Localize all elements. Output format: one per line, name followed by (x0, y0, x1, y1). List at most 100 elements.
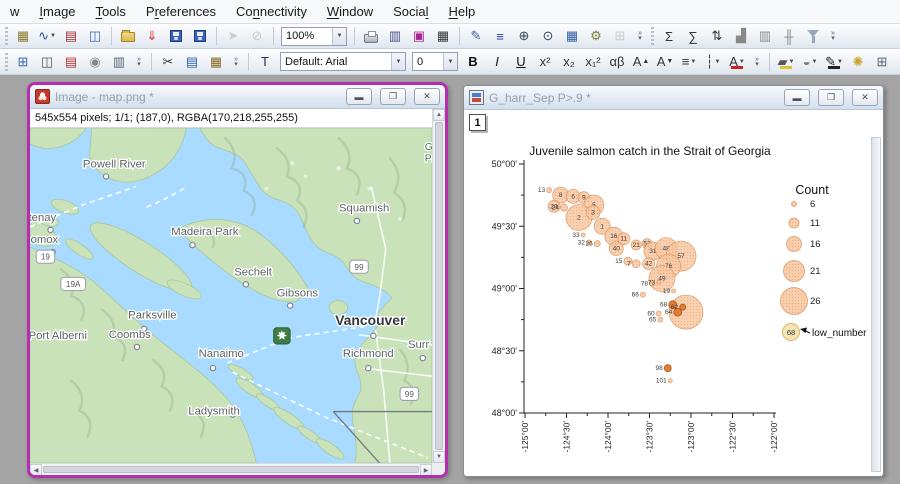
scroll-down-button[interactable]: ▼ (433, 451, 445, 463)
duplicate-book-button[interactable]: ◫ (36, 51, 58, 72)
font-name-combobox-dropdown-arrow[interactable]: ▼ (391, 53, 405, 70)
line-color-button[interactable]: ✎▼ (823, 51, 845, 72)
toolbar-grip[interactable] (651, 27, 654, 45)
font-name-combobox[interactable]: Default: Arial▼ (280, 52, 406, 71)
greek-button[interactable]: αβ (606, 51, 628, 72)
toolbar-overflow-button[interactable]: »▾ (751, 51, 763, 72)
box-plot-button[interactable]: ╫ (778, 26, 800, 47)
menu-item-image[interactable]: Image (29, 1, 85, 22)
highlight-button[interactable]: ✺ (847, 51, 869, 72)
menu-item-w[interactable]: w (0, 1, 29, 22)
zoom-in-button[interactable]: ⊕ (513, 26, 535, 47)
scroll-up-button[interactable]: ▲ (433, 109, 445, 121)
palette-button[interactable]: ◒▼ (799, 51, 821, 72)
font-size-combobox[interactable]: 0▼ (412, 52, 458, 71)
histogram-plot-button[interactable]: ▥ (754, 26, 776, 47)
menu-item-window[interactable]: Window (317, 1, 383, 22)
new-image-button[interactable]: ▤ (60, 26, 82, 47)
layer-1-tab[interactable]: 1 (469, 114, 486, 131)
italic-button[interactable]: I (486, 51, 508, 72)
new-graph-button[interactable]: ∿▼ (36, 26, 58, 47)
copy-pages-button[interactable]: ▥ (108, 51, 130, 72)
decrease-font-button[interactable]: A▼ (654, 51, 676, 72)
superscript-button[interactable]: x² (534, 51, 556, 72)
web-connect-button[interactable]: ◉ (84, 51, 106, 72)
import-wizard-button[interactable]: ⇓ (141, 26, 163, 47)
statistics-button[interactable]: ∑ (682, 26, 704, 47)
graph-window-titlebar[interactable]: G_harr_Sep P>.9 * ▬ ❐ ✕ (464, 86, 883, 110)
cut-button[interactable]: ✂ (157, 51, 179, 72)
copy-button[interactable]: ▤ (181, 51, 203, 72)
paste-button[interactable]: ▦ (205, 51, 227, 72)
restore-button[interactable]: ❐ (818, 89, 844, 106)
toolbar-overflow-button[interactable]: »▾ (896, 51, 900, 72)
toolbar-grip[interactable] (5, 53, 8, 71)
align-button[interactable]: ≡▼ (678, 51, 700, 72)
image-window-titlebar[interactable]: Image - map.png * ▬ ❐ ✕ (30, 85, 445, 109)
legend-special-entry: 68low_number (783, 324, 868, 341)
new-layout-button[interactable]: ◫ (84, 26, 106, 47)
sort-button[interactable]: ⇅ (706, 26, 728, 47)
subsuperscript-button[interactable]: x₁² (582, 51, 604, 72)
increase-font-button[interactable]: A▲ (630, 51, 652, 72)
menu-item-help[interactable]: Help (439, 1, 486, 22)
graph-page[interactable]: Juvenile salmon catch in the Strait of G… (464, 110, 883, 476)
scroll-left-button[interactable]: ◀ (30, 464, 42, 476)
format-painter-button[interactable]: ✎ (465, 26, 487, 47)
fill-color-button[interactable]: ▰▼ (775, 51, 797, 72)
save-template-button[interactable] (189, 26, 211, 47)
column-plot-button[interactable]: ▟ (730, 26, 752, 47)
map-vertical-scrollbar[interactable]: ▲ ▼ (432, 109, 445, 463)
graph-scrollbar[interactable] (871, 137, 881, 472)
open-button[interactable] (117, 26, 139, 47)
vertical-scroll-thumb[interactable] (435, 122, 443, 450)
toolbar-overflow-button[interactable]: »▾ (133, 51, 145, 72)
new-workbook-button[interactable]: ▦ (12, 26, 34, 47)
toolbar-overflow-button[interactable]: »▾ (634, 26, 646, 47)
stop-script-button[interactable]: ⊘ (246, 26, 268, 47)
run-script-button[interactable]: ➤ (222, 26, 244, 47)
menu-item-preferences[interactable]: Preferences (136, 1, 226, 22)
font-style-button[interactable]: T (254, 51, 276, 72)
zoom-combobox[interactable]: 100%▼ (281, 27, 347, 46)
worksheet-view-button[interactable]: ▦ (561, 26, 583, 47)
toolbar-overflow-button[interactable]: »▾ (827, 26, 839, 47)
park-marker-icon[interactable] (274, 328, 290, 344)
zoom-pan-button[interactable]: ⊙ (537, 26, 559, 47)
font-name-combobox-value: Default: Arial (281, 56, 391, 68)
sum-column-button[interactable]: Σ (658, 26, 680, 47)
map-canvas[interactable]: Powell RivertenayomoxMadeira ParkSquamis… (30, 128, 432, 463)
font-size-combobox-dropdown-arrow[interactable]: ▼ (443, 53, 457, 70)
restore-button[interactable]: ❐ (380, 88, 406, 105)
menu-item-connectivity[interactable]: Connectivity (226, 1, 317, 22)
append-worksheet-button[interactable]: ⊞ (12, 51, 34, 72)
underline-button[interactable]: U (510, 51, 532, 72)
menu-item-tools[interactable]: Tools (86, 1, 136, 22)
video-builder-button[interactable]: ▦ (432, 26, 454, 47)
scroll-right-button[interactable]: ▶ (420, 464, 432, 476)
toolbar-overflow-button[interactable]: »▾ (230, 51, 242, 72)
subscript-button[interactable]: x₂ (558, 51, 580, 72)
print-button[interactable] (360, 26, 382, 47)
horizontal-scroll-thumb[interactable] (43, 466, 419, 473)
close-button[interactable]: ✕ (852, 89, 878, 106)
add-sheet-button[interactable]: ▤ (60, 51, 82, 72)
save-button[interactable] (165, 26, 187, 47)
bold-button[interactable]: B (462, 51, 484, 72)
zoom-combobox-dropdown-arrow[interactable]: ▼ (332, 28, 346, 45)
print-preview-button[interactable]: ▥ (384, 26, 406, 47)
data-filter-button[interactable] (802, 26, 824, 47)
options-gear-button[interactable]: ⚙ (585, 26, 607, 47)
map-horizontal-scrollbar[interactable]: ◀ ▶ (30, 463, 432, 475)
borders-button[interactable]: ⊞ (871, 51, 893, 72)
add-column-button[interactable]: ⊞ (609, 26, 631, 47)
menu-item-social[interactable]: Social (383, 1, 438, 22)
minimize-button[interactable]: ▬ (784, 89, 810, 106)
minimize-button[interactable]: ▬ (346, 88, 372, 105)
font-color-button[interactable]: A▼ (726, 51, 748, 72)
vertical-text-button[interactable]: ┆▼ (702, 51, 724, 72)
screen-reader-button[interactable]: ▣ (408, 26, 430, 47)
layer-contents-button[interactable]: ≡ (489, 26, 511, 47)
close-button[interactable]: ✕ (414, 88, 440, 105)
toolbar-grip[interactable] (5, 27, 8, 45)
